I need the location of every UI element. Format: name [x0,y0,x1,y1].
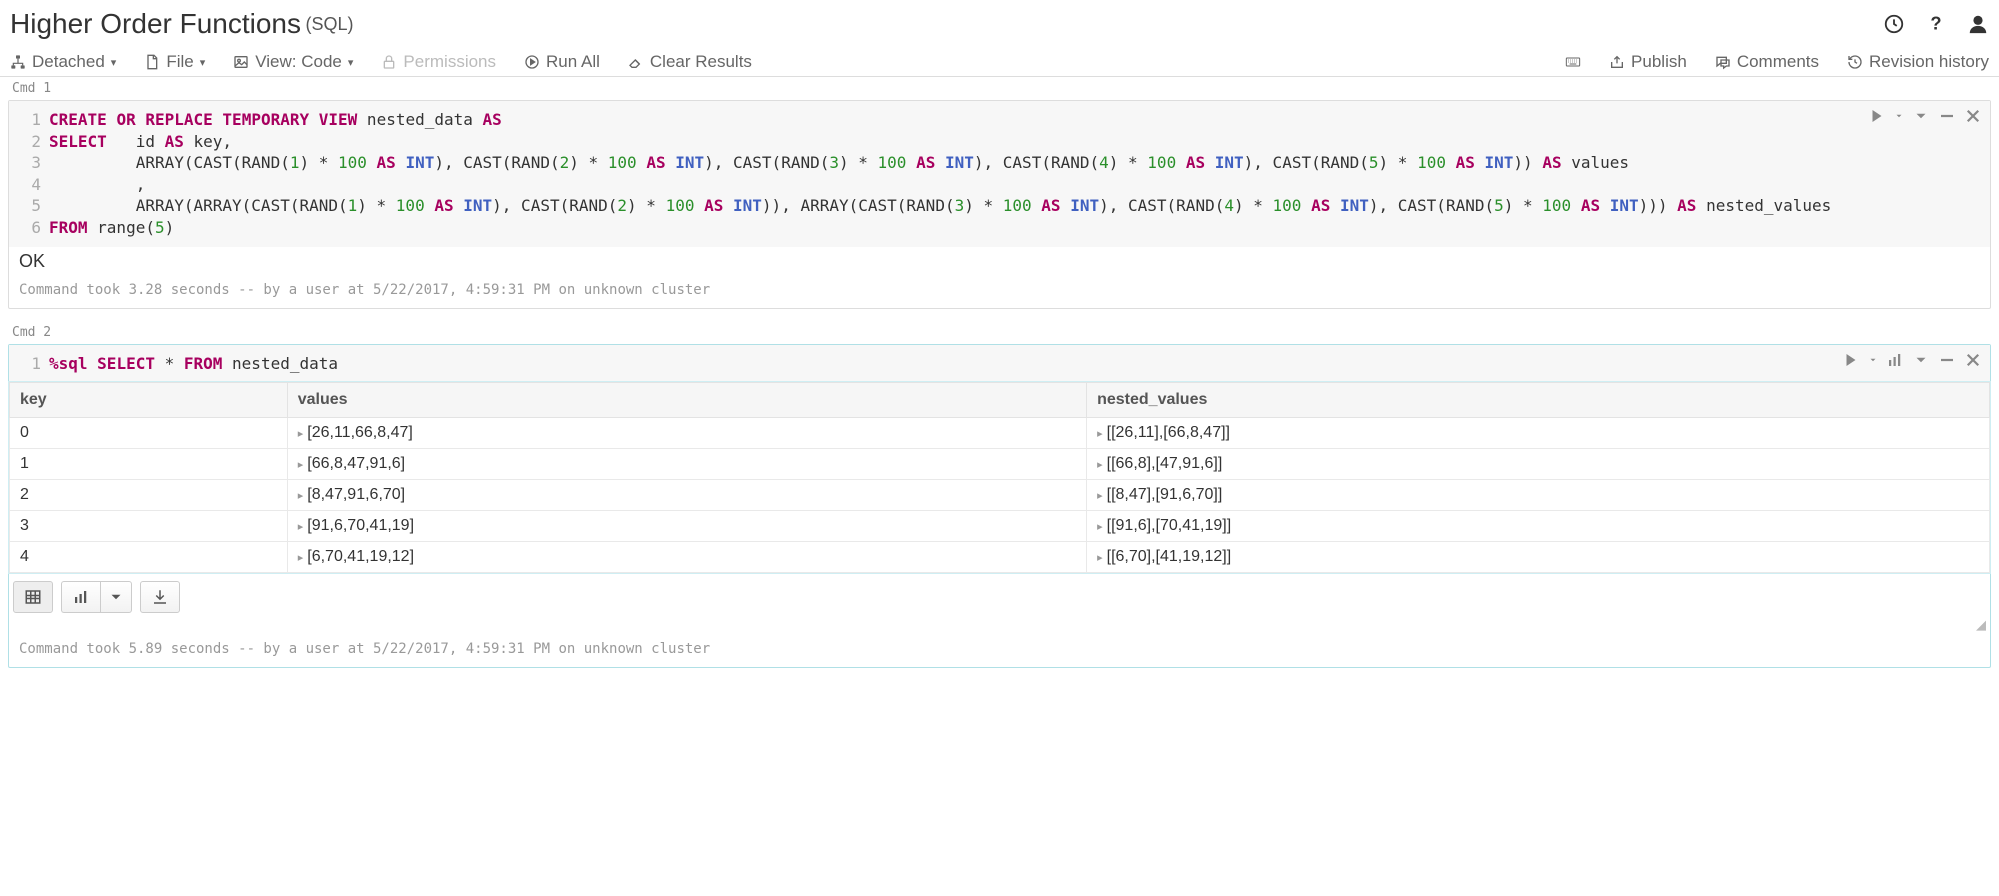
cell-action-bar [1842,351,1982,369]
line-gutter: 123456 [9,109,49,239]
table-row: 2[8,47,91,6,70][[8,47],[91,6,70]] [10,480,1990,511]
table-cell[interactable]: [[26,11],[66,8,47]] [1087,418,1990,449]
table-cell[interactable]: [6,70,41,19,12] [287,542,1086,573]
close-cell-button[interactable] [1964,107,1982,125]
cell-status: Command took 5.89 seconds -- by a user a… [9,635,1990,667]
table-row: 3[91,6,70,41,19][[91,6],[70,41,19]] [10,511,1990,542]
expand-collapse-button[interactable] [1912,351,1930,369]
sitemap-icon [10,54,26,70]
table-cell[interactable]: [[91,6],[70,41,19]] [1087,511,1990,542]
chart-options-button[interactable] [1886,351,1904,369]
table-cell[interactable]: [26,11,66,8,47] [287,418,1086,449]
result-table-container: keyvaluesnested_values 0[26,11,66,8,47][… [8,381,1991,574]
table-row: 1[66,8,47,91,6][[66,8],[47,91,6]] [10,449,1990,480]
permissions-button: Permissions [381,52,496,72]
result-display-toolbar [9,573,1990,617]
table-cell[interactable]: [8,47,91,6,70] [287,480,1086,511]
table-cell: 0 [10,418,288,449]
table-cell[interactable]: [[66,8],[47,91,6]] [1087,449,1990,480]
view-menu-label: View: Code [255,52,342,72]
notebook-title[interactable]: Higher Order Functions [10,8,301,40]
chart-view-button[interactable] [61,581,100,613]
comments-label: Comments [1737,52,1819,72]
table-cell: 4 [10,542,288,573]
code-content[interactable]: CREATE OR REPLACE TEMPORARY VIEW nested_… [49,109,1990,239]
eraser-icon [628,54,644,70]
schedule-icon[interactable] [1883,13,1905,35]
line-gutter: 1 [9,353,49,375]
table-cell[interactable]: [91,6,70,41,19] [287,511,1086,542]
result-table: keyvaluesnested_values 0[26,11,66,8,47][… [9,382,1990,573]
resize-handle-icon[interactable]: ◢ [9,617,1990,635]
user-icon[interactable] [1967,13,1989,35]
expand-collapse-button[interactable] [1912,107,1930,125]
share-icon [1609,54,1625,70]
comments-button[interactable]: Comments [1715,52,1819,72]
run-cell-button[interactable] [1868,107,1886,125]
chart-type-dropdown[interactable] [100,581,132,613]
publish-label: Publish [1631,52,1687,72]
table-row: 0[26,11,66,8,47][[26,11],[66,8,47]] [10,418,1990,449]
table-cell: 2 [10,480,288,511]
caret-down-icon: ▾ [200,56,206,69]
table-cell[interactable]: [[6,70],[41,19,12]] [1087,542,1990,573]
command-index: Cmd 2 [0,321,1999,344]
caret-down-icon: ▾ [111,56,117,69]
column-header[interactable]: key [10,383,288,418]
revision-history-label: Revision history [1869,52,1989,72]
notebook-header: Higher Order Functions (SQL) ? [0,0,1999,48]
code-editor[interactable]: 1 %sql SELECT * FROM nested_data [9,345,1990,383]
lock-icon [381,54,397,70]
image-icon [233,54,249,70]
clear-results-label: Clear Results [650,52,752,72]
keyboard-icon [1565,54,1581,70]
view-menu-dropdown[interactable]: View: Code ▾ [233,52,353,72]
code-content[interactable]: %sql SELECT * FROM nested_data [49,353,1990,375]
table-cell: 1 [10,449,288,480]
notebook-cell[interactable]: 123456 CREATE OR REPLACE TEMPORARY VIEW … [8,100,1991,309]
code-editor[interactable]: 123456 CREATE OR REPLACE TEMPORARY VIEW … [9,101,1990,247]
minimize-cell-button[interactable] [1938,351,1956,369]
cluster-status-dropdown[interactable]: Detached ▾ [10,52,116,72]
notebook-toolbar: Detached ▾ File ▾ View: Code ▾ Permissio… [0,48,1999,77]
cluster-status-label: Detached [32,52,105,72]
close-cell-button[interactable] [1964,351,1982,369]
download-results-button[interactable] [140,581,180,613]
minimize-cell-button[interactable] [1938,107,1956,125]
table-cell[interactable]: [[8,47],[91,6,70]] [1087,480,1990,511]
cell-result-text: OK [9,247,1990,276]
table-row: 4[6,70,41,19,12][[6,70],[41,19,12]] [10,542,1990,573]
svg-text:?: ? [1930,13,1941,34]
run-all-button[interactable]: Run All [524,52,600,72]
file-menu-label: File [166,52,193,72]
comment-icon [1715,54,1731,70]
run-cell-dropdown[interactable] [1868,351,1878,369]
caret-down-icon: ▾ [348,56,354,69]
cell-status: Command took 3.28 seconds -- by a user a… [9,276,1990,308]
run-all-label: Run All [546,52,600,72]
table-view-button[interactable] [13,581,53,613]
run-cell-dropdown[interactable] [1894,107,1904,125]
file-menu-dropdown[interactable]: File ▾ [144,52,205,72]
table-cell: 3 [10,511,288,542]
column-header[interactable]: values [287,383,1086,418]
play-circle-icon [524,54,540,70]
revision-history-button[interactable]: Revision history [1847,52,1989,72]
help-icon[interactable]: ? [1925,13,1947,35]
permissions-label: Permissions [403,52,496,72]
command-index: Cmd 1 [0,77,1999,100]
publish-button[interactable]: Publish [1609,52,1687,72]
file-icon [144,54,160,70]
column-header[interactable]: nested_values [1087,383,1990,418]
cell-action-bar [1868,107,1982,125]
notebook-language-subtitle: (SQL) [305,14,353,35]
notebook-cell[interactable]: 1 %sql SELECT * FROM nested_data keyvalu… [8,344,1991,669]
run-cell-button[interactable] [1842,351,1860,369]
clear-results-button[interactable]: Clear Results [628,52,752,72]
keyboard-shortcuts-button[interactable] [1565,54,1581,70]
table-cell[interactable]: [66,8,47,91,6] [287,449,1086,480]
history-icon [1847,54,1863,70]
